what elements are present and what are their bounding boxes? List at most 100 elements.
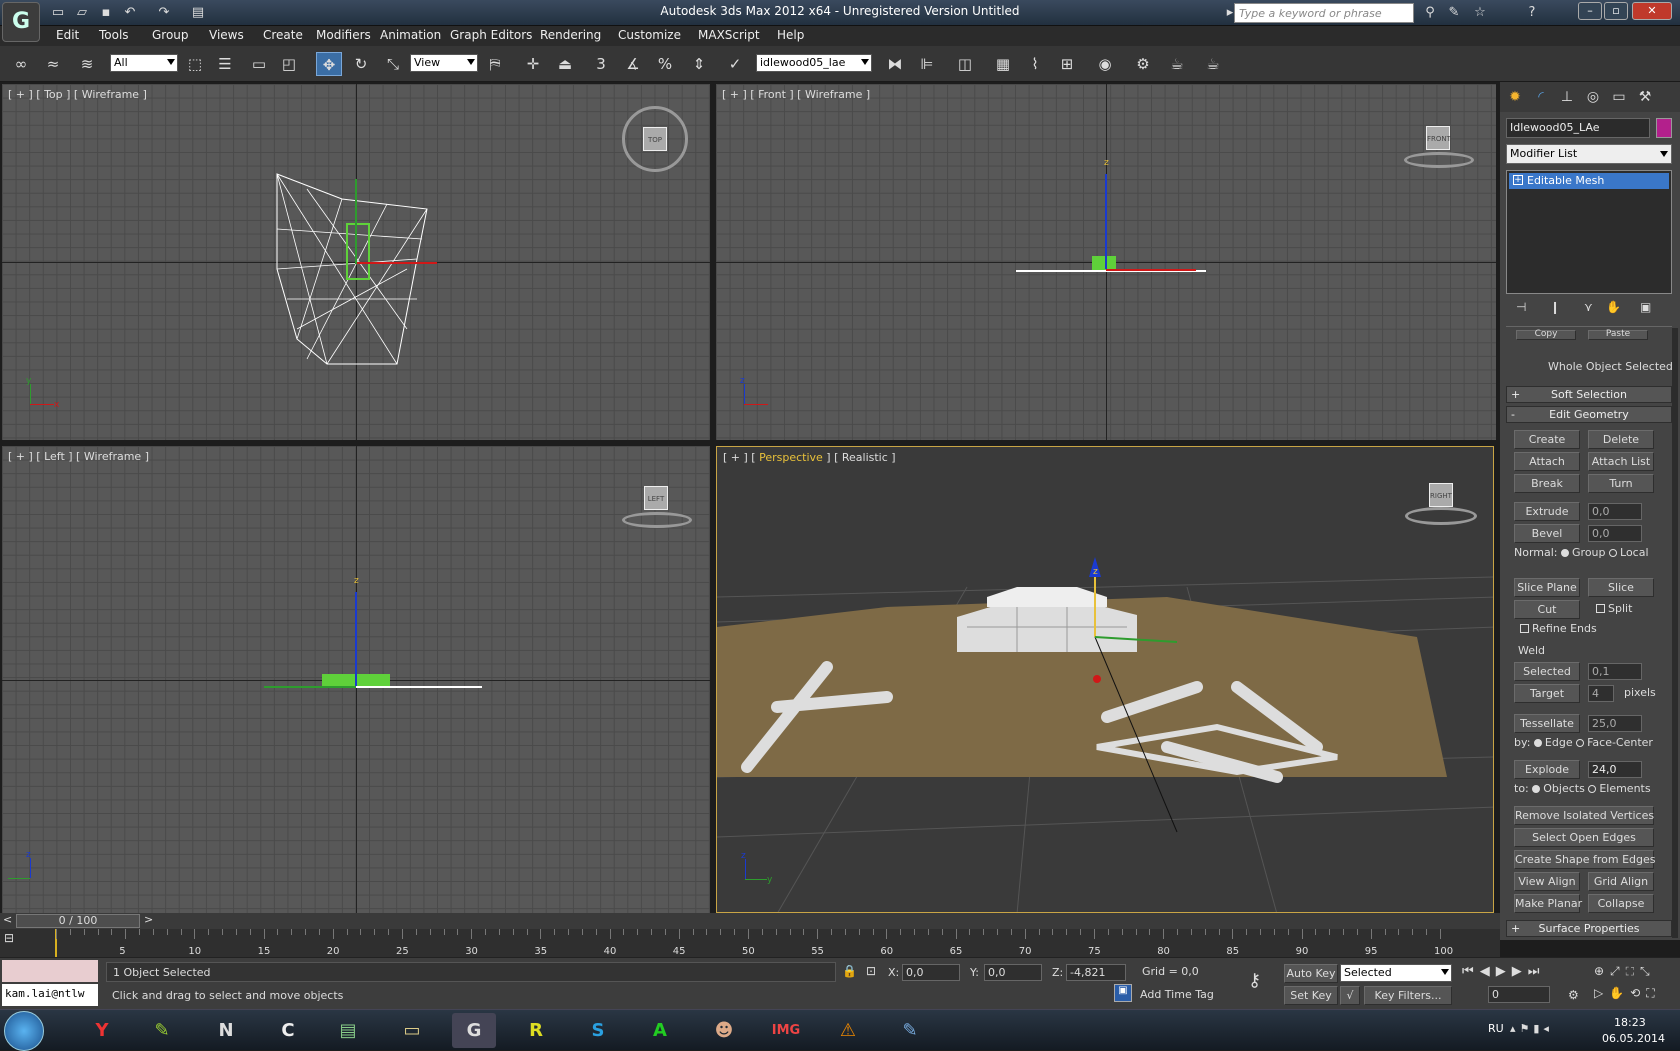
graphics-app-icon[interactable]: C bbox=[266, 1013, 310, 1048]
viewport-front[interactable]: [ + ] [ Front ] [ Wireframe ] z FRONT z bbox=[716, 84, 1496, 440]
target-pixels-field[interactable]: 4 bbox=[1588, 685, 1614, 702]
viewport-perspective-label[interactable]: [ + ] [ Perspective ] [ Realistic ] bbox=[723, 451, 896, 464]
slice-button[interactable]: Slice bbox=[1588, 578, 1654, 597]
search-input[interactable]: Type a keyword or phrase bbox=[1234, 3, 1414, 23]
bind-spacewarp-icon[interactable]: ≋ bbox=[74, 52, 100, 76]
local-radio[interactable] bbox=[1609, 549, 1618, 557]
time-prev-icon[interactable]: < bbox=[3, 913, 12, 926]
menu-rendering[interactable]: Rendering bbox=[540, 28, 601, 42]
extrude-button[interactable]: Extrude bbox=[1514, 502, 1580, 521]
viewport-perspective[interactable]: [ + ] [ Perspective ] [ Realistic ] z RI… bbox=[716, 446, 1494, 913]
game-icon[interactable]: ☻ bbox=[702, 1013, 746, 1048]
time-slider[interactable]: 0 / 100 bbox=[16, 914, 140, 928]
configure-sets-icon[interactable]: ▣ bbox=[1640, 300, 1651, 314]
y-coordinate-field[interactable]: 0,0 bbox=[984, 964, 1042, 981]
attach-list-button[interactable]: Attach List bbox=[1588, 452, 1654, 471]
time-tag-icon[interactable]: ▣ bbox=[1114, 984, 1132, 1002]
track-bar[interactable]: ⊟ 5 10 15 20 25 30 35 40 45 50 55 60 65 70 75 80 85 90 95 1… bbox=[0, 929, 1500, 957]
paste-button[interactable]: Paste bbox=[1588, 330, 1648, 340]
reference-coord-dropdown[interactable]: View bbox=[410, 54, 478, 72]
star-icon[interactable]: ☆ bbox=[1470, 3, 1490, 23]
viewport-left-label[interactable]: [ + ] [ Left ] [ Wireframe ] bbox=[8, 450, 149, 463]
rotate-icon[interactable]: ↻ bbox=[348, 52, 374, 76]
menu-help[interactable]: Help bbox=[777, 28, 804, 42]
align-icon[interactable]: ⊫ bbox=[914, 52, 940, 76]
modifier-list-dropdown[interactable]: Modifier List bbox=[1506, 144, 1672, 164]
playback-controls[interactable]: ⏮◀▶▶⏭ bbox=[1462, 964, 1545, 979]
percent-snap-icon[interactable]: % bbox=[652, 52, 678, 76]
select-object-icon[interactable]: ⬚ bbox=[182, 52, 208, 76]
tray-icons[interactable]: ▴⚑▮◂ bbox=[1510, 1022, 1553, 1035]
viewcube-left[interactable]: LEFT bbox=[644, 486, 668, 510]
weld-target-button[interactable]: Target bbox=[1514, 684, 1580, 703]
bevel-amount-field[interactable]: 0,0 bbox=[1588, 525, 1642, 542]
binoculars-icon[interactable]: ⚲ bbox=[1420, 3, 1440, 23]
mirror-icon[interactable]: ⧓ bbox=[882, 52, 908, 76]
render-setup-icon[interactable]: ⚙ bbox=[1130, 52, 1156, 76]
scale-icon[interactable]: ⤡ bbox=[380, 52, 406, 76]
absolute-mode-icon[interactable]: ⊡ bbox=[866, 964, 876, 978]
skype-icon[interactable]: S bbox=[576, 1013, 620, 1048]
graphite-ribbon-icon[interactable]: ▦ bbox=[990, 52, 1016, 76]
extrude-amount-field[interactable]: 0,0 bbox=[1588, 503, 1642, 520]
slice-plane-button[interactable]: Slice Plane bbox=[1514, 578, 1580, 597]
edge-radio[interactable] bbox=[1533, 739, 1542, 747]
menu-maxscript[interactable]: MAXScript bbox=[698, 28, 760, 42]
app-a-icon[interactable]: A bbox=[638, 1013, 682, 1048]
spinner-snap-icon[interactable]: ⇕ bbox=[686, 52, 712, 76]
menu-edit[interactable]: Edit bbox=[56, 28, 79, 42]
viewcube-front[interactable]: FRONT bbox=[1426, 126, 1451, 150]
z-coordinate-field[interactable]: -4,821 bbox=[1066, 964, 1126, 981]
select-by-name-icon[interactable]: ☰ bbox=[212, 52, 238, 76]
viewport-left[interactable]: [ + ] [ Left ] [ Wireframe ] z LEFT z bbox=[2, 446, 710, 913]
key-filters-button[interactable]: Key Filters... bbox=[1364, 986, 1452, 1005]
viewcube-right[interactable]: RIGHT bbox=[1429, 483, 1453, 507]
menu-customize[interactable]: Customize bbox=[618, 28, 681, 42]
turn-button[interactable]: Turn bbox=[1588, 474, 1654, 493]
menu-modifiers[interactable]: Modifiers bbox=[316, 28, 371, 42]
objects-radio[interactable] bbox=[1532, 785, 1541, 793]
object-name-field[interactable]: Idlewood05_LAe bbox=[1506, 118, 1650, 138]
menu-graph-editors[interactable]: Graph Editors bbox=[450, 28, 532, 42]
utilities-tab-icon[interactable]: ⚒ bbox=[1634, 86, 1656, 108]
curve-editor-mini-icon[interactable]: ⊟ bbox=[4, 931, 26, 947]
pin-stack-icon[interactable]: ⊣ bbox=[1516, 300, 1526, 314]
rollout-surface-properties[interactable]: + Surface Properties bbox=[1506, 920, 1672, 937]
tools-icon[interactable]: ✎ bbox=[1444, 3, 1464, 23]
notepad-icon[interactable]: N bbox=[204, 1013, 248, 1048]
schematic-view-icon[interactable]: ⊞ bbox=[1054, 52, 1080, 76]
key-mode-dropdown[interactable]: Selected bbox=[1340, 964, 1452, 982]
delete-button[interactable]: Delete bbox=[1588, 430, 1654, 449]
object-color-swatch[interactable] bbox=[1656, 118, 1672, 138]
start-button[interactable] bbox=[4, 1011, 44, 1051]
key-filters-icon[interactable]: √ bbox=[1340, 986, 1360, 1005]
split-checkbox[interactable] bbox=[1596, 604, 1605, 613]
viewport-navigation-icons[interactable]: ⊕⤢⛶⤡ bbox=[1594, 964, 1656, 979]
window-crossing-icon[interactable]: ◰ bbox=[276, 52, 302, 76]
explode-button[interactable]: Explode bbox=[1514, 760, 1580, 779]
command-panel-scrollbar[interactable] bbox=[1672, 328, 1678, 938]
expand-icon[interactable]: + bbox=[1513, 175, 1523, 185]
tension-field[interactable]: 25,0 bbox=[1588, 715, 1642, 732]
attach-button[interactable]: Attach bbox=[1514, 452, 1580, 471]
minimize-button[interactable]: – bbox=[1578, 2, 1602, 20]
unlink-icon[interactable]: ≈ bbox=[40, 52, 66, 76]
viewport-front-label[interactable]: [ + ] [ Front ] [ Wireframe ] bbox=[722, 88, 870, 101]
weld-threshold-field[interactable]: 0,1 bbox=[1588, 663, 1642, 680]
hierarchy-tab-icon[interactable]: ⊥ bbox=[1556, 86, 1578, 108]
maxscript-listener-bottom[interactable]: kam.lai@ntlw bbox=[2, 984, 98, 1006]
set-key-button[interactable]: Set Key bbox=[1284, 986, 1338, 1005]
file-explorer-icon[interactable]: ▭ bbox=[390, 1013, 434, 1048]
menu-group[interactable]: Group bbox=[152, 28, 189, 42]
lock-icon[interactable]: 🔒 bbox=[842, 964, 857, 978]
refine-ends-checkbox[interactable] bbox=[1520, 624, 1529, 633]
select-open-edges-button[interactable]: Select Open Edges bbox=[1514, 828, 1654, 847]
viewport-top[interactable]: [ + ] [ Top ] [ Wireframe ] TOP y x bbox=[2, 84, 710, 440]
show-end-result-icon[interactable]: ❙ bbox=[1550, 300, 1560, 314]
curve-editor-icon[interactable]: ⌇ bbox=[1022, 52, 1048, 76]
make-planar-button[interactable]: Make Planar bbox=[1514, 894, 1582, 913]
set-key-icon[interactable]: ⚷ bbox=[1248, 970, 1261, 991]
elements-radio[interactable] bbox=[1588, 785, 1597, 793]
break-button[interactable]: Break bbox=[1514, 474, 1580, 493]
menu-create[interactable]: Create bbox=[263, 28, 303, 42]
